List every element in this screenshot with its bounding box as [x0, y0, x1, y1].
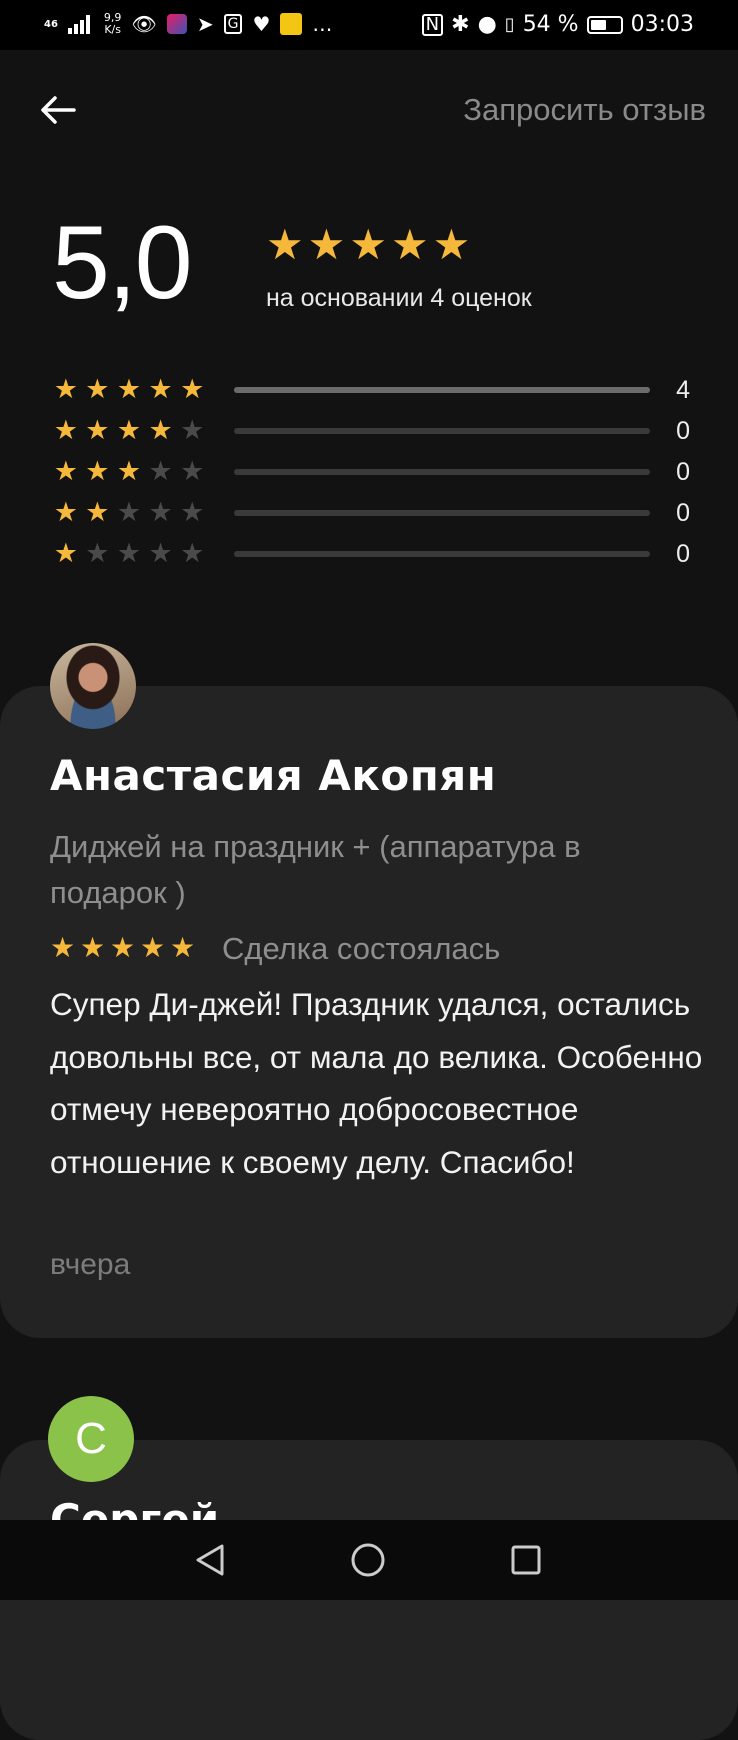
rating-distribution: ★ ★ ★ ★ ★ 4 ★ ★ ★ ★ ★ 0 ★ ★ ★ ★ ★ 0 ★ ★ ★ ★ ★ 0 ★ ★ ★ ★ ★ 0: [50, 370, 690, 575]
star-icon: ★: [53, 415, 78, 446]
distribution-stars: ★ ★ ★ ★ ★: [50, 499, 208, 527]
star-icon: ★: [85, 415, 110, 446]
star-icon: ★: [116, 374, 142, 405]
eye-icon: 👁: [131, 12, 157, 36]
app-icon: [166, 14, 187, 34]
notification-icon: [280, 13, 303, 35]
star-icon: ★: [53, 456, 78, 487]
rating-stars: ★ ★ ★ ★ ★: [266, 222, 470, 268]
star-icon: ★: [148, 538, 173, 569]
distribution-stars: ★ ★ ★ ★ ★: [50, 417, 208, 445]
star-icon: ★: [266, 220, 304, 269]
location-icon: ●: [477, 12, 497, 37]
star-icon: ★: [170, 931, 196, 964]
star-icon: ★: [110, 931, 136, 964]
distribution-count: 0: [676, 458, 690, 486]
distribution-stars: ★ ★ ★ ★ ★: [50, 376, 208, 404]
star-icon: ★: [180, 456, 205, 487]
nfc-icon: N: [421, 13, 444, 36]
star-icon: ★: [148, 415, 173, 446]
star-icon: ★: [432, 220, 471, 269]
star-icon: ★: [116, 497, 142, 528]
network-type: 46: [44, 18, 58, 30]
star-icon: ★: [390, 220, 429, 269]
location-arrow-icon: ➤: [196, 12, 214, 36]
review-stars: ★ ★ ★ ★ ★: [50, 928, 200, 968]
distribution-row: ★ ★ ★ ★ ★ 0: [50, 534, 690, 575]
request-review-button[interactable]: Запросить отзыв: [463, 88, 706, 132]
more-icon: …: [312, 12, 333, 36]
distribution-count: 4: [676, 376, 690, 404]
distribution-row: ★ ★ ★ ★ ★ 0: [50, 493, 690, 534]
status-bar: 46 9,9 K/s 👁 ➤ G ♥ … N ✱ ● ▯ 54 % 03:03: [0, 0, 738, 50]
star-icon: ★: [148, 456, 173, 487]
battery-icon: [586, 15, 623, 34]
heart-monitor-icon: ♥: [252, 12, 271, 36]
star-icon: ★: [85, 538, 110, 569]
distribution-bar: [234, 428, 650, 434]
distribution-bar: [234, 510, 650, 516]
translate-icon: G: [223, 14, 243, 34]
review-date: вчера: [50, 1248, 131, 1281]
distribution-bar: [234, 469, 650, 475]
review-text: Супер Ди-джей! Праздник удался, остались…: [50, 986, 703, 1180]
signal-icon: [67, 15, 90, 34]
star-icon: ★: [180, 497, 205, 528]
distribution-row: ★ ★ ★ ★ ★ 0: [50, 452, 690, 493]
star-icon: ★: [80, 931, 106, 964]
nav-recents-button[interactable]: [506, 1540, 546, 1580]
nav-home-button[interactable]: [348, 1540, 388, 1580]
star-icon: ★: [180, 374, 205, 405]
reviewer-avatar: С: [48, 1396, 134, 1482]
star-icon: ★: [50, 931, 76, 964]
circle-home-icon: [351, 1543, 385, 1577]
distribution-bar-fill: [234, 387, 650, 393]
network-speed: 9,9 K/s: [103, 11, 122, 36]
average-rating: 5,0: [52, 205, 193, 321]
star-icon: ★: [148, 374, 173, 405]
reviewer-avatar: [50, 643, 136, 729]
star-icon: ★: [148, 497, 173, 528]
clock: 03:03: [630, 12, 694, 37]
star-icon: ★: [116, 415, 142, 446]
service-title: Диджей на праздник + (аппаратура в подар…: [50, 829, 581, 910]
star-icon: ★: [53, 374, 78, 405]
arrow-left-icon: [41, 96, 76, 124]
triangle-back-icon: [196, 1544, 224, 1576]
star-icon: ★: [307, 220, 346, 269]
star-icon: ★: [53, 538, 78, 569]
distribution-bar: [234, 387, 650, 393]
star-icon: ★: [180, 538, 205, 569]
star-icon: ★: [85, 456, 110, 487]
distribution-row: ★ ★ ★ ★ ★ 4: [50, 370, 690, 411]
star-icon: ★: [349, 220, 387, 269]
distribution-count: 0: [676, 417, 690, 445]
star-icon: ★: [85, 374, 110, 405]
distribution-count: 0: [676, 499, 690, 527]
back-button[interactable]: [36, 88, 80, 132]
star-icon: ★: [180, 415, 205, 446]
star-icon: ★: [85, 497, 110, 528]
system-nav-bar: [0, 1520, 738, 1600]
distribution-count: 0: [676, 540, 690, 568]
battery-percent: 54 %: [522, 12, 579, 37]
distribution-stars: ★ ★ ★ ★ ★: [50, 540, 208, 568]
rating-basis-text: на основании 4 оценок: [266, 284, 532, 312]
deal-status: Сделка состоялась: [222, 931, 501, 966]
distribution-row: ★ ★ ★ ★ ★ 0: [50, 411, 690, 452]
vibrate-icon: ▯: [504, 14, 515, 35]
distribution-stars: ★ ★ ★ ★ ★: [50, 458, 208, 486]
star-icon: ★: [116, 538, 142, 569]
star-icon: ★: [53, 497, 78, 528]
reviewer-name: Анастасия Акопян: [50, 751, 497, 800]
square-recents-icon: [511, 1545, 541, 1575]
distribution-bar: [234, 551, 650, 557]
star-icon: ★: [140, 931, 166, 964]
star-icon: ★: [116, 456, 142, 487]
bluetooth-icon: ✱: [451, 12, 470, 37]
nav-back-button[interactable]: [190, 1540, 230, 1580]
